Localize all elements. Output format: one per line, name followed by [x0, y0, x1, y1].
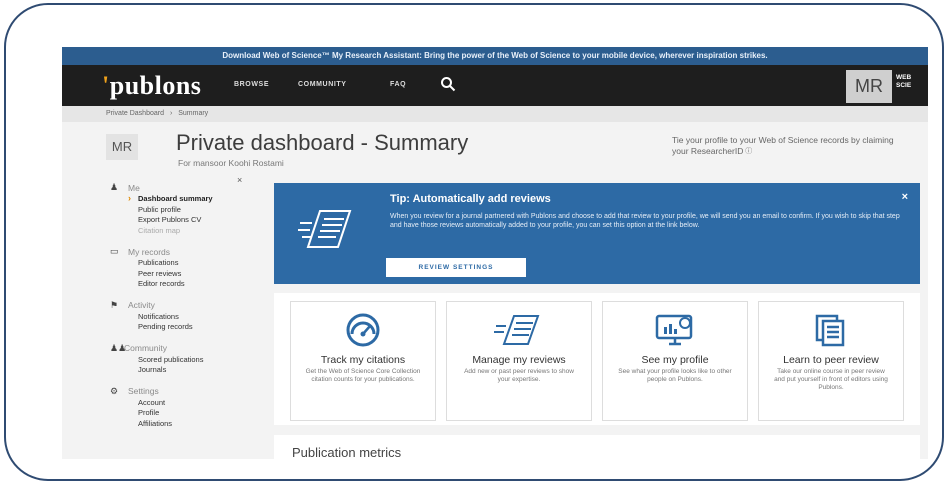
search-icon[interactable] [440, 76, 456, 92]
records-icon: ▭ [110, 246, 119, 256]
sidebar-close-icon[interactable]: × [237, 175, 242, 185]
sidebar-heading: Community [124, 343, 167, 353]
top-navbar: 'publons BROWSE COMMUNITY FAQ MR WEB SCIE [62, 65, 928, 106]
documents-icon [815, 314, 845, 347]
card-title: Manage my reviews [472, 354, 566, 366]
sidebar-heading: My records [128, 246, 171, 257]
card-description: Take our online course in peer review an… [774, 368, 888, 391]
user-icon: ♟ [110, 182, 119, 192]
card-learn-peer-review[interactable]: Learn to peer review Take our online cou… [758, 301, 904, 421]
breadcrumb-current: Summary [178, 110, 209, 117]
card-description: Get the Web of Science Core Collection c… [305, 368, 421, 383]
nav-community[interactable]: COMMUNITY [298, 81, 347, 88]
sidebar-item-account[interactable]: Account [110, 398, 258, 409]
sidebar-item-notifications[interactable]: Notifications [110, 312, 258, 323]
group-icon: ♟♟ [110, 342, 127, 353]
sidebar-item-publications[interactable]: Publications [110, 258, 258, 269]
card-description: See what your profile looks like to othe… [618, 368, 732, 383]
sidebar-item-journals[interactable]: Journals [110, 365, 258, 376]
card-title: Learn to peer review [783, 354, 879, 366]
card-title: Track my citations [320, 354, 406, 366]
tip-close-icon[interactable]: × [902, 191, 908, 203]
sidebar-section-records: ▭ My records Publications Peer reviews Ed… [110, 245, 258, 290]
tip-body: When you review for a journal partnered … [390, 213, 900, 229]
gear-icon: ⚙ [110, 385, 119, 396]
nav-browse[interactable]: BROWSE [234, 81, 269, 88]
profile-badge: MR [106, 134, 138, 160]
sidebar-section-me: ♟ Me Dashboard summary Public profile Exp… [110, 181, 258, 236]
gauge-icon [346, 313, 380, 347]
sidebar-item-citation-map[interactable]: Citation map [110, 226, 258, 237]
card-track-citations[interactable]: Track my citations Get the Web of Scienc… [290, 301, 436, 421]
reviews-stack-icon [494, 315, 540, 345]
sidebar-item-pending-records[interactable]: Pending records [110, 322, 258, 333]
browser-page: Download Web of Science™ My Research Ass… [62, 47, 928, 459]
sidebar-item-public-profile[interactable]: Public profile [110, 205, 258, 216]
tip-panel: Tip: Automatically add reviews When you … [274, 183, 920, 284]
monitor-chart-icon [655, 314, 693, 346]
sidebar-item-editor-records[interactable]: Editor records [110, 279, 258, 290]
review-settings-button[interactable]: REVIEW SETTINGS [386, 258, 526, 277]
breadcrumb-separator: › [169, 110, 173, 117]
wos-link[interactable]: WEB SCIE [896, 74, 911, 90]
researcherid-prompt[interactable]: Tie your profile to your Web of Science … [672, 135, 912, 157]
page-header: MR Private dashboard - Summary For manso… [62, 125, 928, 175]
sidebar-heading: Activity [128, 300, 155, 310]
info-icon: ⓘ [743, 148, 753, 155]
card-title: See my profile [641, 354, 709, 366]
reviews-stack-icon [298, 210, 352, 248]
card-description: Add new or past peer reviews to show you… [464, 368, 574, 383]
user-avatar[interactable]: MR [846, 70, 892, 103]
flag-icon: ⚑ [110, 299, 119, 310]
sidebar-item-peer-reviews[interactable]: Peer reviews [110, 269, 258, 280]
publication-metrics-panel: Publication metrics [274, 435, 920, 459]
section-title: Publication metrics [292, 445, 402, 459]
sidebar-heading: Settings [128, 386, 159, 396]
sidebar-section-activity: ⚑ Activity Notifications Pending records [110, 299, 258, 333]
sidebar-item-affiliations[interactable]: Affiliations [110, 419, 258, 430]
nav-faq[interactable]: FAQ [390, 81, 406, 88]
sidebar-item-dashboard-summary[interactable]: Dashboard summary [110, 193, 258, 205]
sidebar-item-scored-publications[interactable]: Scored publications [110, 355, 258, 366]
sidebar-section-settings: ⚙ Settings Account Profile Affiliations [110, 385, 258, 430]
sidebar-item-export-cv[interactable]: Export Publons CV [110, 215, 258, 226]
page-title: Private dashboard - Summary [176, 130, 469, 155]
page-subtitle: For mansoor Koohi Rostami [178, 158, 284, 168]
breadcrumb-home[interactable]: Private Dashboard [106, 110, 164, 117]
tip-title: Tip: Automatically add reviews [390, 193, 551, 205]
sidebar-heading: Me [128, 182, 140, 193]
quick-actions: Track my citations Get the Web of Scienc… [274, 293, 920, 425]
screenshot-frame: Download Web of Science™ My Research Ass… [4, 3, 944, 481]
sidebar-item-profile[interactable]: Profile [110, 408, 258, 419]
promo-banner[interactable]: Download Web of Science™ My Research Ass… [62, 47, 928, 65]
sidebar: × ♟ Me Dashboard summary Public profile E… [110, 175, 258, 438]
publons-logo[interactable]: 'publons [102, 71, 201, 101]
card-see-profile[interactable]: See my profile See what your profile loo… [602, 301, 748, 421]
breadcrumb: Private Dashboard › Summary [62, 106, 928, 122]
promo-banner-text: Download Web of Science™ My Research Ass… [222, 51, 768, 60]
sidebar-section-community: ♟♟ Community Scored publications Journals [110, 342, 258, 376]
card-manage-reviews[interactable]: Manage my reviews Add new or past peer r… [446, 301, 592, 421]
